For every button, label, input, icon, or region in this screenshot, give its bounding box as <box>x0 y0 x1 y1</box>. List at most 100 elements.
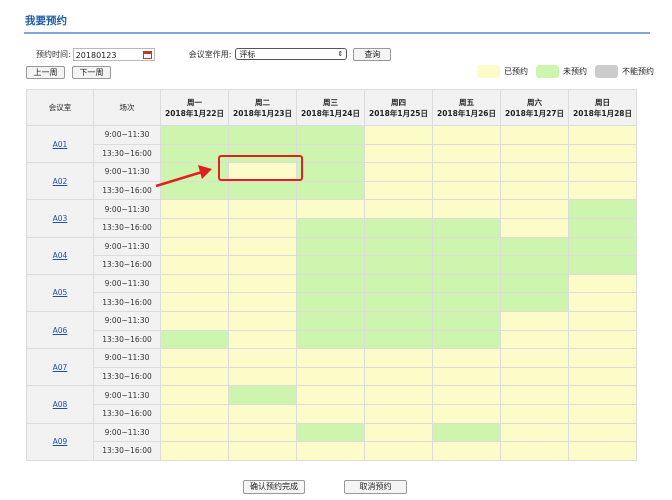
slot-cell-available[interactable] <box>296 143 365 164</box>
prev-week-button[interactable]: 上一周 <box>26 66 65 79</box>
slot-cell-available[interactable] <box>432 255 501 275</box>
slot-cell-booked[interactable] <box>500 310 569 331</box>
next-week-button[interactable]: 下一周 <box>72 66 111 79</box>
slot-cell-booked[interactable] <box>432 143 501 164</box>
slot-cell-booked[interactable] <box>228 329 297 350</box>
room-link[interactable]: A02 <box>53 177 68 186</box>
slot-cell-booked[interactable] <box>364 441 433 461</box>
slot-cell-booked[interactable] <box>160 403 229 424</box>
date-input[interactable]: 20180123 <box>72 47 155 61</box>
slot-cell-available[interactable] <box>500 236 569 257</box>
slot-cell-booked[interactable] <box>568 162 637 182</box>
slot-cell-booked[interactable] <box>228 217 297 238</box>
slot-cell-available[interactable] <box>296 255 365 275</box>
slot-cell-available[interactable] <box>568 217 637 238</box>
slot-cell-booked[interactable] <box>500 441 569 461</box>
slot-cell-available[interactable] <box>500 273 569 294</box>
slot-cell-booked[interactable] <box>568 329 637 350</box>
slot-cell-booked[interactable] <box>228 255 297 275</box>
slot-cell-available[interactable] <box>500 255 569 275</box>
slot-cell-booked[interactable] <box>568 385 637 405</box>
slot-cell-booked[interactable] <box>228 403 297 424</box>
room-link[interactable]: A03 <box>53 214 68 223</box>
room-link[interactable]: A05 <box>53 288 68 297</box>
slot-cell-booked[interactable] <box>364 348 433 368</box>
slot-cell-booked[interactable] <box>228 441 297 461</box>
slot-cell-available[interactable] <box>568 199 637 219</box>
slot-cell-booked[interactable] <box>296 441 365 461</box>
slot-cell-booked[interactable] <box>364 125 433 145</box>
usage-select[interactable]: 评标 ⇕ <box>235 48 348 60</box>
slot-cell-available[interactable] <box>160 125 229 145</box>
slot-cell-booked[interactable] <box>296 403 365 424</box>
slot-cell-booked[interactable] <box>160 348 229 368</box>
slot-cell-available[interactable] <box>364 217 433 238</box>
slot-cell-booked[interactable] <box>160 199 229 219</box>
slot-cell-booked[interactable] <box>568 348 637 368</box>
slot-cell-booked[interactable] <box>500 143 569 164</box>
slot-cell-booked[interactable] <box>500 329 569 350</box>
slot-cell-available[interactable] <box>432 292 501 312</box>
slot-cell-available[interactable] <box>296 310 365 331</box>
slot-cell-booked[interactable] <box>568 310 637 331</box>
slot-cell-booked[interactable] <box>568 366 637 387</box>
slot-cell-booked[interactable] <box>364 403 433 424</box>
slot-cell-booked[interactable] <box>568 125 637 145</box>
slot-cell-booked[interactable] <box>432 180 501 201</box>
slot-cell-booked[interactable] <box>228 236 297 257</box>
slot-cell-available[interactable] <box>296 180 365 201</box>
slot-cell-booked[interactable] <box>160 366 229 387</box>
slot-cell-available[interactable] <box>296 292 365 312</box>
slot-cell-available[interactable] <box>364 310 433 331</box>
slot-cell-available[interactable] <box>364 273 433 294</box>
slot-cell-booked[interactable] <box>296 348 365 368</box>
slot-cell-booked[interactable] <box>568 441 637 461</box>
confirm-booking-button[interactable]: 确认预约完成 <box>243 480 305 494</box>
slot-cell-booked[interactable] <box>568 273 637 294</box>
slot-cell-booked[interactable] <box>296 385 365 405</box>
slot-cell-available[interactable] <box>296 329 365 350</box>
slot-cell-booked[interactable] <box>228 348 297 368</box>
slot-cell-available[interactable] <box>296 422 365 443</box>
slot-cell-booked[interactable] <box>364 366 433 387</box>
slot-cell-booked[interactable] <box>160 310 229 331</box>
slot-cell-booked[interactable] <box>500 366 569 387</box>
slot-cell-available[interactable] <box>432 310 501 331</box>
slot-cell-available[interactable] <box>296 162 365 182</box>
slot-cell-available[interactable] <box>432 329 501 350</box>
slot-cell-booked[interactable] <box>500 125 569 145</box>
slot-cell-available[interactable] <box>432 422 501 443</box>
slot-cell-available[interactable] <box>364 292 433 312</box>
slot-cell-available[interactable] <box>296 125 365 145</box>
room-link[interactable]: A09 <box>53 437 68 446</box>
calendar-icon[interactable] <box>142 50 152 59</box>
slot-cell-booked[interactable] <box>432 441 501 461</box>
slot-cell-booked[interactable] <box>228 292 297 312</box>
slot-cell-booked[interactable] <box>160 273 229 294</box>
slot-cell-booked[interactable] <box>568 180 637 201</box>
slot-cell-booked[interactable] <box>160 422 229 443</box>
slot-cell-booked[interactable] <box>432 403 501 424</box>
slot-cell-booked[interactable] <box>500 162 569 182</box>
slot-cell-booked[interactable] <box>500 180 569 201</box>
slot-cell-booked[interactable] <box>500 217 569 238</box>
slot-cell-booked[interactable] <box>432 366 501 387</box>
slot-cell-booked[interactable] <box>228 273 297 294</box>
slot-cell-booked[interactable] <box>500 348 569 368</box>
slot-cell-booked[interactable] <box>432 385 501 405</box>
slot-cell-booked[interactable] <box>228 422 297 443</box>
cancel-booking-button[interactable]: 取消预约 <box>344 480 407 494</box>
slot-cell-available[interactable] <box>228 385 297 405</box>
slot-cell-booked[interactable] <box>296 366 365 387</box>
slot-cell-booked[interactable] <box>432 125 501 145</box>
slot-cell-available[interactable] <box>296 236 365 257</box>
slot-cell-booked[interactable] <box>432 199 501 219</box>
slot-cell-booked[interactable] <box>568 403 637 424</box>
slot-cell-available[interactable] <box>568 255 637 275</box>
room-link[interactable]: A07 <box>53 363 68 372</box>
slot-cell-booked[interactable] <box>160 292 229 312</box>
search-button[interactable]: 查询 <box>353 47 392 61</box>
slot-cell-booked[interactable] <box>160 255 229 275</box>
slot-cell-available[interactable] <box>296 273 365 294</box>
slot-cell-booked[interactable] <box>364 385 433 405</box>
